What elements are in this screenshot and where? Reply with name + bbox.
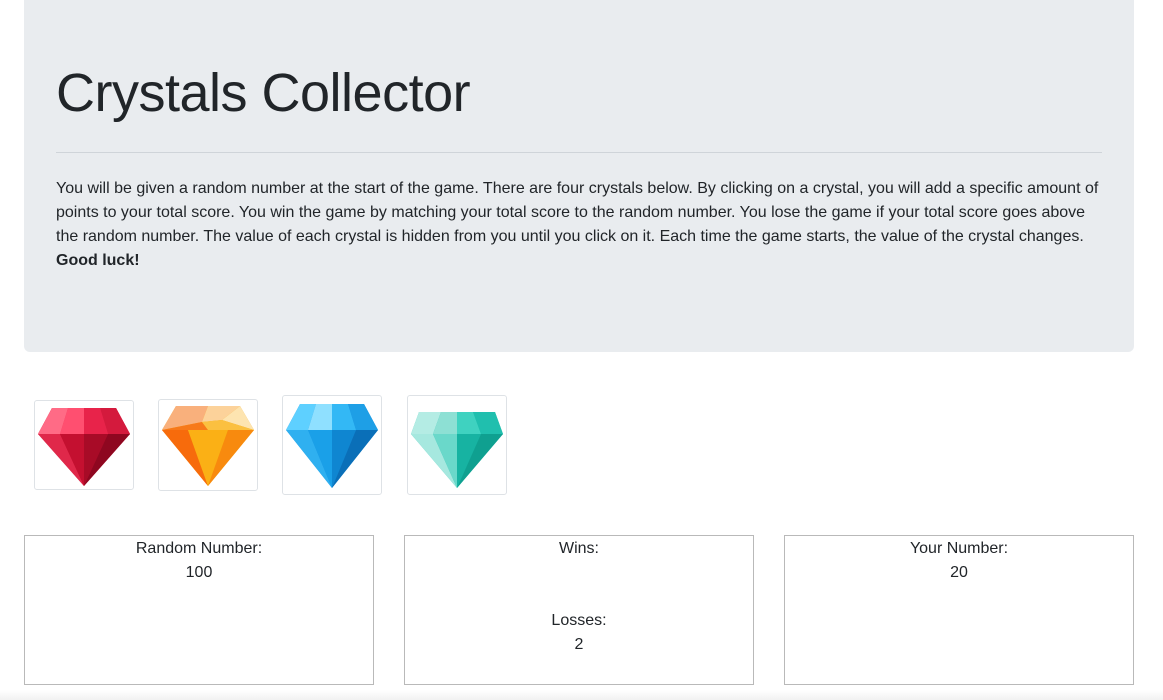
- crystal-button-red[interactable]: [34, 400, 134, 490]
- crystal-button-teal[interactable]: [407, 395, 507, 495]
- your-number-panel: Your Number: 20: [784, 535, 1134, 685]
- random-number-label: Random Number:: [135, 540, 263, 557]
- your-number-value: 20: [950, 564, 968, 581]
- wins-label: Wins:: [559, 540, 599, 557]
- crystal-button-blue[interactable]: [282, 395, 382, 495]
- random-number-panel: Random Number: 100: [24, 535, 374, 685]
- losses-label: Losses:: [551, 612, 607, 629]
- blue-gem-icon: [286, 404, 378, 488]
- header-jumbotron: Crystals Collector You will be given a r…: [24, 0, 1134, 352]
- teal-gem-icon: [411, 412, 503, 488]
- divider: [56, 152, 1102, 153]
- your-number-label: Your Number:: [909, 540, 1009, 557]
- instructions-text: You will be given a random number at the…: [56, 180, 1099, 245]
- score-panel: Wins: Losses: 2: [404, 535, 754, 685]
- random-number-value: 100: [185, 564, 213, 581]
- losses-value: 2: [574, 636, 584, 653]
- good-luck-text: Good luck!: [56, 252, 140, 269]
- game-instructions: You will be given a random number at the…: [56, 177, 1106, 273]
- page-bottom-shade: [0, 690, 1163, 700]
- orange-gem-icon: [162, 406, 254, 486]
- page-title: Crystals Collector: [56, 63, 471, 123]
- crystal-button-orange[interactable]: [158, 399, 258, 491]
- red-gem-icon: [38, 408, 130, 486]
